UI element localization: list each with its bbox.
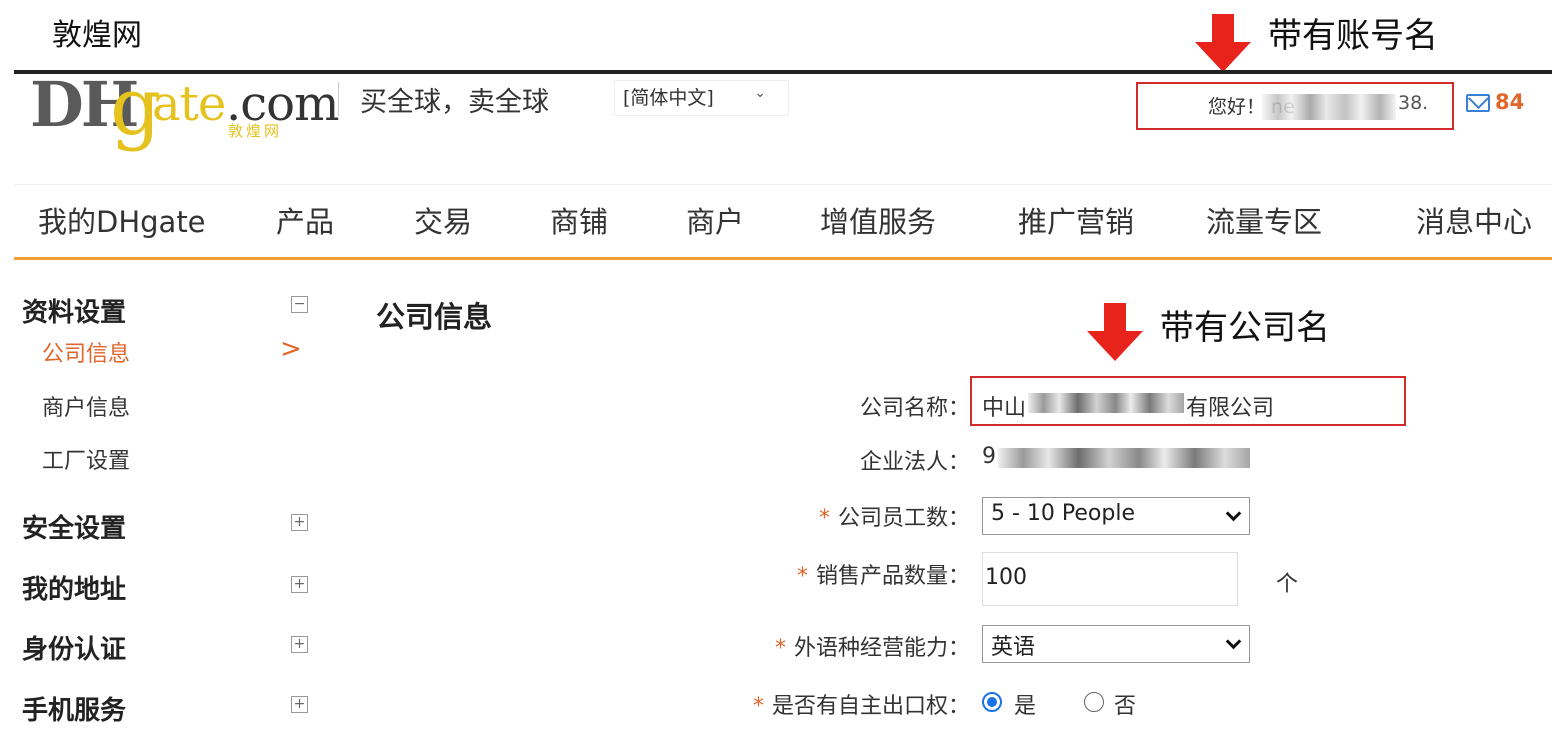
languages-select[interactable]: 英语 [982,625,1250,663]
username-redacted [1262,94,1396,120]
header-divider [338,82,339,116]
nav-item-merchant[interactable]: 商户 [686,199,744,241]
nav-item-trade[interactable]: 交易 [414,199,472,241]
nav-item-value-added[interactable]: 增值服务 [820,199,936,241]
sidebar-group-security[interactable]: 安全设置 [22,508,126,545]
expand-icon[interactable]: + [291,576,308,593]
page-title: 公司信息 [376,300,493,334]
expand-icon[interactable]: + [291,636,308,653]
sidebar-group-address[interactable]: 我的地址 [22,569,126,606]
sidebar-item-company-info[interactable]: 公司信息 [42,336,130,368]
employees-select[interactable]: 5 - 10 People [982,497,1250,535]
languages-value: 英语 [991,635,1036,660]
sidebar-group-identity[interactable]: 身份认证 [22,629,126,666]
main-nav: 我的DHgate 产品 交易 商铺 商户 增值服务 推广营销 流量专区 消息中心 [14,184,1552,260]
sidebar-item-merchant-info[interactable]: 商户信息 [42,390,130,422]
employees-label: * 公司员工数： [818,506,970,531]
message-count[interactable]: 84 [1495,90,1524,114]
mail-icon[interactable] [1466,94,1490,112]
active-chevron-icon: > [280,334,302,364]
caption: 敦煌网 [52,18,142,53]
expand-icon[interactable]: + [291,514,308,531]
nav-item-promotion[interactable]: 推广营销 [1018,199,1134,241]
product-count-unit: 个 [1276,572,1299,597]
legal-person-label: 企业法人： [859,450,970,475]
dhgate-logo[interactable]: DH g ate .com 敦煌网 [30,60,340,153]
nav-item-my-dhgate[interactable]: 我的DHgate [38,199,206,241]
company-name-redacted [1028,393,1184,413]
nav-item-traffic[interactable]: 流量专区 [1206,199,1322,241]
company-annotation: 带有公司名 [1160,308,1330,348]
chevron-down-icon: ⌄ [754,85,766,101]
product-count-input[interactable]: 100 [982,552,1238,606]
slogan: 买全球，卖全球 [360,87,549,118]
language-label: [简体中文] [623,87,714,109]
export-right-yes-radio[interactable] [982,692,1002,712]
nav-item-messages[interactable]: 消息中心 [1416,199,1532,241]
chevron-down-icon [1225,633,1242,650]
export-right-label: * 是否有自主出口权： [752,694,970,719]
company-name-label: 公司名称： [859,396,970,421]
languages-label: * 外语种经营能力： [774,636,970,661]
company-name-prefix: 中山 [982,396,1027,421]
account-annotation: 带有账号名 [1268,16,1438,56]
sidebar-group-mobile[interactable]: 手机服务 [22,690,126,727]
export-right-no-label[interactable]: 否 [1114,688,1136,720]
nav-item-products[interactable]: 产品 [276,199,334,241]
red-arrow-down-icon [1087,303,1143,361]
export-right-yes-label[interactable]: 是 [1014,688,1036,720]
red-arrow-down-icon [1195,14,1251,72]
legal-person-prefix: 9 [982,444,996,469]
collapse-icon[interactable]: − [291,296,308,313]
username-suffix: 38. [1398,92,1429,114]
expand-icon[interactable]: + [291,696,308,713]
language-selector[interactable]: [简体中文] ⌄ [614,80,789,116]
chevron-down-icon [1225,505,1242,522]
product-count-label: * 销售产品数量： [796,564,970,589]
sidebar-item-factory-settings[interactable]: 工厂设置 [42,443,130,475]
export-right-no-radio[interactable] [1084,692,1104,712]
sidebar-group-profile[interactable]: 资料设置 [22,292,126,329]
employees-value: 5 - 10 People [991,501,1135,526]
legal-person-redacted [998,448,1250,468]
company-name-suffix: 有限公司 [1186,396,1275,421]
nav-item-store[interactable]: 商铺 [550,199,608,241]
